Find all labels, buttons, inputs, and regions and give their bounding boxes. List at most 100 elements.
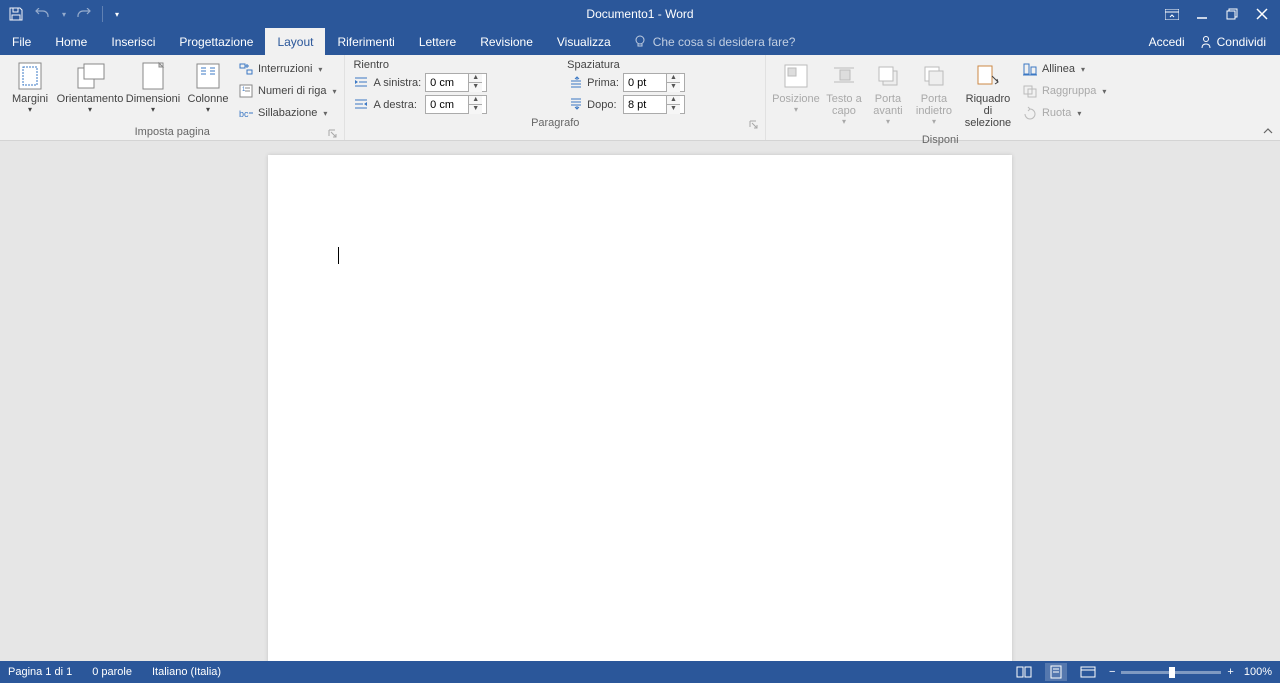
web-layout-icon[interactable] (1077, 663, 1099, 681)
status-words[interactable]: 0 parole (92, 666, 132, 678)
spin-down-icon[interactable]: ▼ (469, 105, 482, 114)
group-icon (1022, 83, 1038, 99)
hyphenation-button[interactable]: bcSillabazione▾ (238, 103, 336, 123)
quick-access-toolbar: ▾ ▾ (0, 6, 119, 22)
spin-up-icon[interactable]: ▲ (667, 96, 680, 105)
zoom-in-icon[interactable]: + (1227, 666, 1233, 678)
qat-customize-icon[interactable]: ▾ (115, 10, 119, 19)
document-area[interactable] (0, 141, 1280, 661)
page-setup-launcher-icon[interactable] (328, 129, 338, 139)
status-bar: Pagina 1 di 1 0 parole Italiano (Italia)… (0, 661, 1280, 683)
wrap-text-icon (829, 61, 859, 91)
hyphenation-icon: bc (238, 105, 254, 121)
tab-inserisci[interactable]: Inserisci (99, 28, 167, 55)
svg-text:bc: bc (239, 109, 249, 119)
margins-button[interactable]: Margini▾ (4, 57, 56, 119)
margins-icon (15, 61, 45, 91)
tab-file[interactable]: File (0, 28, 43, 55)
indent-right-icon (353, 97, 369, 113)
orientation-icon (75, 61, 105, 91)
zoom-thumb[interactable] (1169, 667, 1175, 678)
spacing-heading: Spaziatura (563, 57, 761, 71)
align-icon (1022, 61, 1038, 77)
status-language[interactable]: Italiano (Italia) (152, 666, 221, 678)
ribbon-tabs: File Home Inserisci Progettazione Layout… (0, 28, 1280, 55)
restore-icon[interactable] (1224, 6, 1240, 22)
ribbon-display-icon[interactable] (1164, 6, 1180, 22)
zoom-out-icon[interactable]: − (1109, 666, 1115, 678)
align-button[interactable]: Allinea▾ (1022, 59, 1106, 79)
close-icon[interactable] (1254, 6, 1270, 22)
spin-up-icon[interactable]: ▲ (469, 96, 482, 105)
zoom-level[interactable]: 100% (1244, 666, 1272, 678)
spin-down-icon[interactable]: ▼ (667, 83, 680, 92)
tab-lettere[interactable]: Lettere (407, 28, 468, 55)
group-paragraph: Rientro A sinistra: ▲▼ A destra: ▲▼ Spaz… (345, 55, 765, 140)
orientation-button[interactable]: Orientamento▾ (56, 57, 124, 119)
tab-revisione[interactable]: Revisione (468, 28, 545, 55)
group-arrange: Posizione▾ Testo a capo▾ Porta avanti▾ P… (766, 55, 1114, 140)
line-numbers-button[interactable]: 1Numeri di riga▾ (238, 81, 336, 101)
sign-in-button[interactable]: Accedi (1149, 35, 1185, 49)
status-page[interactable]: Pagina 1 di 1 (8, 666, 72, 678)
send-backward-button: Porta indietro▾ (910, 57, 958, 131)
space-after-icon (567, 97, 583, 113)
tell-me-input[interactable] (653, 35, 853, 49)
group-button: Raggruppa▾ (1022, 81, 1106, 101)
share-button[interactable]: Condividi (1199, 35, 1266, 49)
zoom-slider[interactable]: − + (1109, 666, 1234, 678)
space-before-input[interactable]: ▲▼ (623, 73, 685, 92)
tab-visualizza[interactable]: Visualizza (545, 28, 623, 55)
space-before-icon (567, 75, 583, 91)
indent-left-label: A sinistra: (353, 75, 421, 91)
selection-pane-button[interactable]: Riquadro di selezione (958, 57, 1018, 133)
page[interactable] (268, 155, 1012, 661)
indent-right-label: A destra: (353, 97, 421, 113)
text-cursor (338, 247, 339, 264)
indent-heading: Rientro (349, 57, 563, 71)
paragraph-launcher-icon[interactable] (749, 120, 759, 130)
tab-home[interactable]: Home (43, 28, 99, 55)
indent-left-input[interactable]: ▲▼ (425, 73, 487, 92)
indent-right-input[interactable]: ▲▼ (425, 95, 487, 114)
space-after-label: Dopo: (567, 97, 619, 113)
tell-me[interactable] (623, 28, 863, 55)
indent-left-icon (353, 75, 369, 91)
print-layout-icon[interactable] (1045, 663, 1067, 681)
rotate-button: Ruota▾ (1022, 103, 1106, 123)
share-icon (1199, 35, 1213, 49)
bring-forward-button: Porta avanti▾ (866, 57, 910, 131)
size-icon (138, 61, 168, 91)
bring-forward-icon (873, 61, 903, 91)
group-label-arrange: Disponi (770, 133, 1110, 148)
tab-layout[interactable]: Layout (265, 28, 325, 55)
wrap-text-button: Testo a capo▾ (822, 57, 866, 131)
space-before-label: Prima: (567, 75, 619, 91)
spin-down-icon[interactable]: ▼ (469, 83, 482, 92)
selection-pane-icon (973, 61, 1003, 91)
columns-button[interactable]: Colonne▾ (182, 57, 234, 119)
position-button: Posizione▾ (770, 57, 822, 119)
send-backward-icon (919, 61, 949, 91)
undo-dropdown-icon[interactable]: ▾ (62, 10, 66, 19)
redo-icon[interactable] (76, 6, 92, 22)
spin-down-icon[interactable]: ▼ (667, 105, 680, 114)
columns-icon (193, 61, 223, 91)
breaks-icon (238, 61, 254, 77)
spin-up-icon[interactable]: ▲ (667, 74, 680, 83)
spin-up-icon[interactable]: ▲ (469, 74, 482, 83)
breaks-button[interactable]: Interruzioni▾ (238, 59, 336, 79)
tab-riferimenti[interactable]: Riferimenti (325, 28, 406, 55)
collapse-ribbon-icon[interactable] (1262, 126, 1274, 136)
zoom-track[interactable] (1121, 671, 1221, 674)
undo-icon[interactable] (34, 6, 50, 22)
minimize-icon[interactable] (1194, 6, 1210, 22)
group-page-setup: Margini▾ Orientamento▾ Dimensioni▾ Colon… (0, 55, 345, 140)
read-mode-icon[interactable] (1013, 663, 1035, 681)
position-icon (781, 61, 811, 91)
space-after-input[interactable]: ▲▼ (623, 95, 685, 114)
size-button[interactable]: Dimensioni▾ (124, 57, 182, 119)
tab-progettazione[interactable]: Progettazione (167, 28, 265, 55)
save-icon[interactable] (8, 6, 24, 22)
rotate-icon (1022, 105, 1038, 121)
